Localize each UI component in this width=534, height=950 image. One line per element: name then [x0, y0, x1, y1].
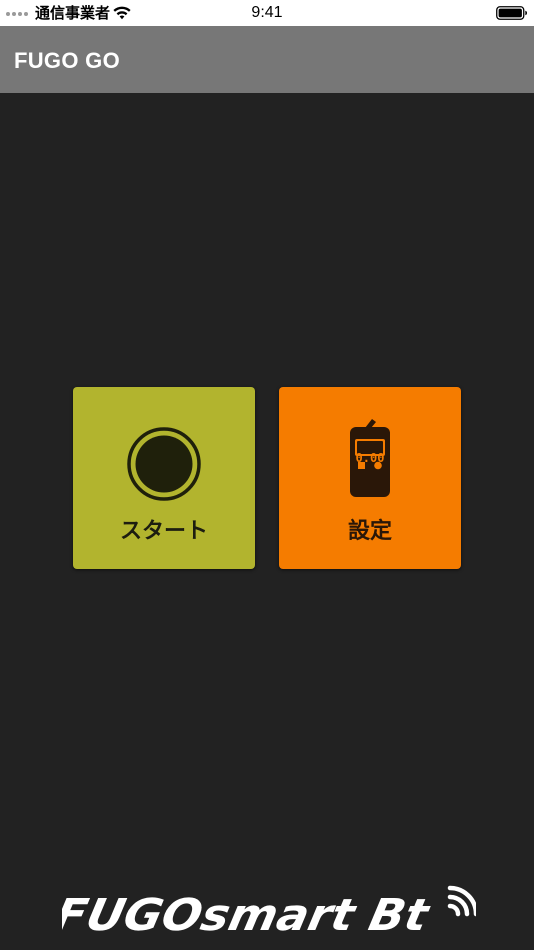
fugosmart-bt-logo: FUGOsmart Bt: [62, 885, 476, 936]
start-button-label: スタート: [119, 519, 208, 544]
wireless-signal-icon: [447, 885, 476, 917]
start-button[interactable]: スタート: [73, 387, 255, 569]
battery-icon: [496, 6, 527, 20]
status-time: 9:41: [251, 4, 283, 21]
status-bar: 通信事業者 9:41: [0, 0, 534, 26]
breathalyzer-display: 0.00: [356, 451, 385, 465]
breathalyzer-display-value: 0.00: [356, 451, 385, 465]
record-circle-icon: [127, 427, 201, 501]
logo-text: FUGOsmart Bt: [62, 890, 434, 936]
app-title: FUGO GO: [14, 48, 120, 73]
settings-button-label: 設定: [347, 519, 392, 544]
app-header: FUGO GO: [0, 26, 534, 93]
settings-button[interactable]: 0.00 設定: [279, 387, 461, 569]
